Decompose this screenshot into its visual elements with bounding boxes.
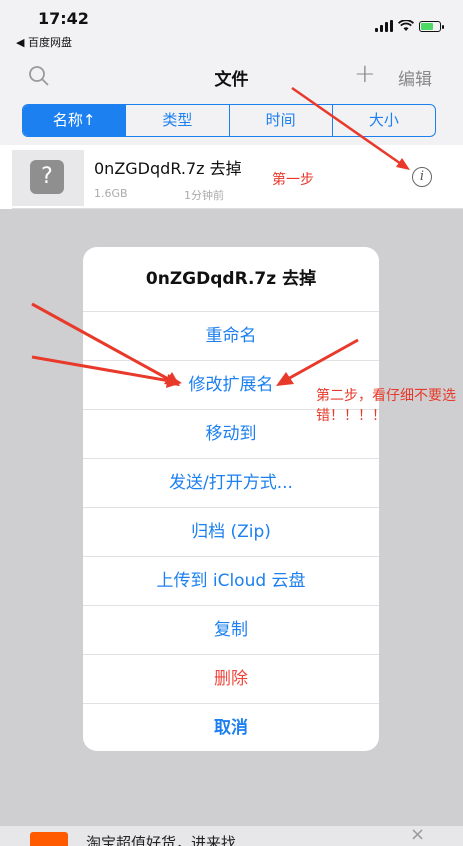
ad-banner[interactable]: 淘宝超值好货，进来找 × <box>0 826 463 846</box>
file-thumbnail: ? <box>12 150 84 206</box>
status-icons <box>375 20 444 32</box>
send-open-with-button[interactable]: 发送/打开方式... <box>83 459 379 508</box>
file-modified-time: 1分钟前 <box>184 189 224 202</box>
info-icon[interactable]: i <box>412 167 432 187</box>
ad-text: 淘宝超值好货，进来找 <box>86 834 237 846</box>
taobao-logo-icon <box>30 832 68 846</box>
nav-bar: 文件 + 编辑 <box>0 52 463 100</box>
sort-tab-size[interactable]: 大小 <box>331 105 435 136</box>
back-to-app-link[interactable]: ◀ 百度网盘 <box>16 34 72 50</box>
annotation-step-1: 第一步 <box>272 172 314 188</box>
wifi-icon <box>398 20 414 31</box>
action-sheet: 0nZGDqdR.7z 去掉 重命名 修改扩展名 移动到 发送/打开方式... … <box>83 247 379 751</box>
rename-button[interactable]: 重命名 <box>83 312 379 361</box>
sort-tab-type[interactable]: 类型 <box>125 105 228 136</box>
edit-button[interactable]: 编辑 <box>398 65 432 90</box>
plus-icon[interactable]: + <box>354 59 376 89</box>
file-row[interactable]: ? 0nZGDqdR.7z 去掉 1.6GB 1分钟前 i <box>0 145 463 209</box>
action-sheet-title: 0nZGDqdR.7z 去掉 <box>83 247 379 312</box>
signal-icon <box>375 20 393 32</box>
file-name: 0nZGDqdR.7z 去掉 <box>94 159 242 178</box>
unknown-file-icon: ? <box>30 160 64 194</box>
archive-zip-button[interactable]: 归档 (Zip) <box>83 508 379 557</box>
close-icon[interactable]: × <box>410 826 425 845</box>
sort-bar: 名称↑ 类型 时间 大小 <box>0 100 463 145</box>
status-time: 17:42 <box>38 9 89 28</box>
upload-icloud-button[interactable]: 上传到 iCloud 云盘 <box>83 557 379 606</box>
cancel-button[interactable]: 取消 <box>83 704 379 751</box>
copy-button[interactable]: 复制 <box>83 606 379 655</box>
delete-button[interactable]: 删除 <box>83 655 379 704</box>
sort-tab-time[interactable]: 时间 <box>228 105 332 136</box>
sort-tab-name[interactable]: 名称↑ <box>23 105 126 136</box>
annotation-step-2: 第二步，看仔细不要选错！！！！ <box>316 388 456 424</box>
status-bar: 17:42 ◀ 百度网盘 <box>0 0 463 52</box>
file-size: 1.6GB <box>94 187 128 200</box>
battery-icon <box>419 20 444 32</box>
sort-segmented-control: 名称↑ 类型 时间 大小 <box>22 104 436 137</box>
page-title: 文件 <box>214 70 249 90</box>
